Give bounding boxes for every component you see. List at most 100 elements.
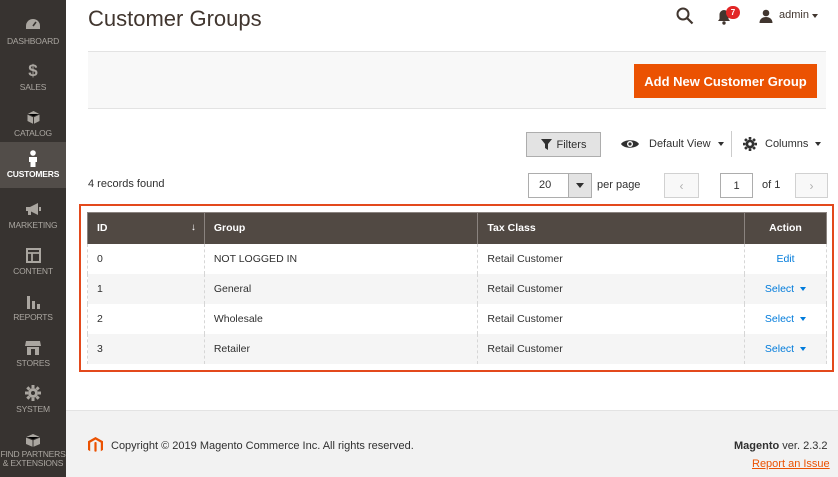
select-action-link[interactable]: Select (765, 313, 794, 325)
column-header-tax-class[interactable]: Tax Class (477, 212, 746, 244)
filters-button[interactable]: Filters (526, 132, 601, 157)
records-found: 4 records found (88, 178, 165, 190)
sidebar-item-label: FIND PARTNERS & EXTENSIONS (0, 449, 66, 468)
chevron-down-icon[interactable] (800, 316, 807, 321)
column-header-group[interactable]: Group (203, 212, 479, 244)
cell-tax-class: Retail Customer (477, 243, 746, 274)
sidebar-item-label: REPORTS (13, 312, 53, 322)
cell-tax-class: Retail Customer (477, 333, 746, 364)
sidebar-item-marketing[interactable]: MARKETING (0, 193, 66, 239)
admin-sidebar: DASHBOARD $ SALES CATALOG CUSTOMERS MARK… (0, 0, 66, 477)
magento-logo-icon (88, 437, 103, 452)
sidebar-item-catalog[interactable]: CATALOG (0, 101, 66, 147)
customer-groups-grid: ID ↓ Group Tax Class Action 0 NOT LOGGED … (87, 212, 827, 364)
copyright-text: Copyright © 2019 Magento Commerce Inc. A… (111, 440, 414, 452)
sidebar-item-label: DASHBOARD (6, 36, 60, 46)
search-icon[interactable] (676, 7, 694, 25)
cell-tax-class: Retail Customer (477, 303, 746, 334)
cell-action: Select (744, 333, 827, 364)
dashboard-icon (0, 17, 66, 33)
cell-group: General (203, 273, 479, 304)
chevron-down-icon[interactable] (812, 14, 818, 18)
cell-id: 3 (87, 333, 205, 364)
table-row[interactable]: 2 Wholesale Retail Customer Select (87, 303, 827, 334)
sidebar-item-label: SYSTEM (16, 404, 50, 414)
sidebar-item-label: CUSTOMERS (6, 169, 60, 179)
sidebar-item-find-partners[interactable]: FIND PARTNERS & EXTENSIONS (0, 424, 66, 477)
table-header-row: ID ↓ Group Tax Class Action (87, 212, 827, 244)
notifications-badge: 7 (726, 6, 740, 19)
report-issue-link[interactable]: Report an Issue (752, 458, 830, 470)
sidebar-item-sales[interactable]: $ SALES (0, 55, 66, 101)
add-new-customer-group-button[interactable]: Add New Customer Group (634, 64, 817, 98)
chevron-left-icon: ‹ (679, 178, 684, 193)
view-switcher[interactable]: Default View (620, 136, 724, 152)
storefront-icon (0, 339, 66, 355)
sidebar-item-customers[interactable]: CUSTOMERS (0, 142, 66, 188)
cell-group: Wholesale (203, 303, 479, 334)
per-page-select[interactable]: 20 (528, 173, 569, 198)
toolbar-divider (731, 131, 732, 157)
gear-icon (743, 137, 757, 151)
per-page-label: per page (597, 179, 641, 191)
user-menu[interactable]: admin (779, 9, 809, 21)
chevron-down-icon (717, 142, 724, 146)
sidebar-item-content[interactable]: CONTENT (0, 239, 66, 285)
megaphone-icon (0, 201, 66, 217)
cell-id: 0 (87, 243, 205, 274)
chevron-down-icon[interactable] (800, 286, 807, 291)
column-header-label: ID (97, 222, 108, 235)
box-icon (0, 109, 66, 125)
chevron-down-icon (815, 142, 822, 146)
cell-action: Select (744, 303, 827, 334)
sidebar-item-label: CONTENT (13, 266, 53, 276)
sidebar-item-label: CATALOG (14, 128, 52, 138)
filter-icon (540, 139, 552, 150)
previous-page-button[interactable]: ‹ (664, 173, 699, 198)
sidebar-item-stores[interactable]: STORES (0, 331, 66, 377)
eye-icon (621, 140, 639, 148)
table-row[interactable]: 1 General Retail Customer Select (87, 273, 827, 304)
layout-icon (0, 247, 66, 263)
columns-control[interactable]: Columns (743, 136, 822, 152)
select-action-link[interactable]: Select (765, 343, 794, 355)
sidebar-item-reports[interactable]: REPORTS (0, 285, 66, 331)
cell-action: Select (744, 273, 827, 304)
bar-chart-icon (0, 293, 66, 309)
per-page-dropdown-button[interactable] (568, 173, 592, 198)
select-action-link[interactable]: Select (765, 283, 794, 295)
table-row[interactable]: 0 NOT LOGGED IN Retail Customer Edit (87, 243, 827, 274)
cell-id: 1 (87, 273, 205, 304)
sidebar-item-label: SALES (19, 82, 47, 92)
version-number: ver. 2.3.2 (779, 440, 828, 452)
chevron-right-icon: › (809, 178, 814, 193)
gear-icon (0, 385, 66, 401)
dollar-icon: $ (28, 61, 38, 80)
edit-link[interactable]: Edit (776, 253, 794, 265)
column-header-id[interactable]: ID ↓ (87, 212, 205, 244)
next-page-button[interactable]: › (795, 173, 828, 198)
table-row[interactable]: 3 Retailer Retail Customer Select (87, 333, 827, 364)
view-label: Default View (649, 138, 711, 150)
sort-arrow-icon: ↓ (190, 222, 196, 233)
sidebar-item-system[interactable]: SYSTEM (0, 377, 66, 423)
cell-action: Edit (744, 243, 827, 274)
cell-tax-class: Retail Customer (477, 273, 746, 304)
page-number-input[interactable]: 1 (720, 173, 753, 198)
brand-name: Magento (734, 440, 780, 452)
sidebar-item-label: STORES (16, 358, 50, 368)
chevron-down-icon[interactable] (800, 346, 807, 351)
cell-id: 2 (87, 303, 205, 334)
filters-label: Filters (556, 138, 587, 151)
page-count: of 1 (762, 179, 781, 191)
chevron-down-icon (576, 183, 584, 188)
extensions-box-icon (0, 432, 66, 448)
sidebar-item-dashboard[interactable]: DASHBOARD (0, 9, 66, 55)
column-header-action: Action (744, 212, 827, 244)
person-icon (0, 149, 66, 167)
cell-group: NOT LOGGED IN (203, 243, 479, 274)
sidebar-item-label: MARKETING (8, 220, 58, 230)
user-icon[interactable] (759, 9, 773, 23)
columns-label: Columns (765, 138, 809, 150)
page-title: Customer Groups (88, 6, 262, 31)
